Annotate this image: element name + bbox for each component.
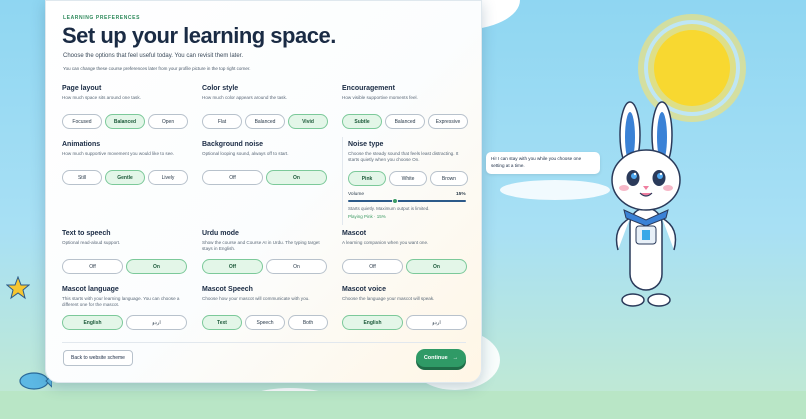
section-title: Noise type: [348, 141, 384, 148]
option-lively[interactable]: Lively: [148, 170, 188, 185]
option-off[interactable]: Off: [202, 170, 263, 185]
section-desc: How much color appears around the task.: [202, 95, 288, 100]
section-title: Mascot Speech: [202, 286, 253, 293]
mascot-speech-bubble: Hi! I can stay with you while you choose…: [486, 152, 600, 174]
section-mascot-speech: Mascot Speech Choose how your mascot wil…: [202, 286, 328, 302]
preferences-panel: LEARNING PREFERENCES Set up your learnin…: [45, 0, 482, 383]
section-mascot: Mascot A learning companion when you wan…: [342, 230, 468, 246]
continue-label: Continue: [423, 355, 448, 361]
section-noise-type: Noise type Choose the steady sound that …: [348, 141, 470, 163]
star-icon: [6, 276, 30, 300]
option-focused[interactable]: Focused: [62, 114, 102, 129]
option-off[interactable]: Off: [342, 259, 403, 274]
background-noise-options: Off On: [202, 170, 327, 185]
section-title: Background noise: [202, 141, 264, 148]
volume-value: 15%: [456, 192, 466, 197]
section-title: Color style: [202, 85, 239, 92]
section-title: Animations: [62, 141, 101, 148]
option-both[interactable]: Both: [288, 315, 328, 330]
section-desc: Choose how your mascot will communicate …: [202, 296, 310, 301]
option-off[interactable]: Off: [202, 259, 263, 274]
option-white[interactable]: White: [389, 171, 427, 186]
eyebrow-label: LEARNING PREFERENCES: [63, 15, 141, 21]
option-balanced[interactable]: Balanced: [385, 114, 425, 129]
section-page-layout: Page layout How much space sits around o…: [62, 85, 188, 101]
section-desc: Choose the steady sound that feels least…: [348, 151, 459, 163]
arrow-right-icon: →: [452, 355, 459, 361]
cloud: [500, 180, 610, 200]
option-english[interactable]: English: [62, 315, 123, 330]
option-on[interactable]: On: [266, 170, 327, 185]
option-english[interactable]: English: [342, 315, 403, 330]
page-layout-options: Focused Balanced Open: [62, 114, 188, 129]
encouragement-options: Subtle Balanced Expressive: [342, 114, 468, 129]
option-off[interactable]: Off: [62, 259, 123, 274]
section-title: Mascot: [342, 230, 367, 237]
section-desc: Optional looping sound, always off to st…: [202, 151, 289, 156]
section-desc: A learning companion when you want one.: [342, 240, 429, 245]
option-urdu[interactable]: اردو: [126, 315, 187, 330]
section-desc: How visible supportive moments feel.: [342, 95, 418, 100]
option-pink[interactable]: Pink: [348, 171, 386, 186]
section-desc: This starts with your learning language.…: [62, 296, 180, 308]
section-desc: Choose the language your mascot will spe…: [342, 296, 435, 301]
section-title: Mascot voice: [342, 286, 386, 293]
playing-status: Playing Pink · 15%: [348, 214, 386, 219]
volume-slider-track[interactable]: [348, 200, 466, 202]
option-on[interactable]: On: [266, 259, 327, 274]
option-subtle[interactable]: Subtle: [342, 114, 382, 129]
preferences-note: You can change these course preferences …: [63, 66, 251, 71]
option-speech[interactable]: Speech: [245, 315, 285, 330]
option-on[interactable]: On: [406, 259, 467, 274]
page-subtitle: Choose the options that feel useful toda…: [63, 53, 244, 59]
text-to-speech-options: Off On: [62, 259, 187, 274]
section-desc: Show the course and Course AI in Urdu. T…: [202, 240, 320, 252]
option-balanced[interactable]: Balanced: [105, 114, 145, 129]
animations-options: Still Gentle Lively: [62, 170, 188, 185]
option-gentle[interactable]: Gentle: [105, 170, 145, 185]
mascot-options: Off On: [342, 259, 467, 274]
section-encouragement: Encouragement How visible supportive mom…: [342, 85, 468, 101]
section-mascot-language: Mascot language This starts with your le…: [62, 286, 188, 308]
section-desc: How much supportive movement you would l…: [62, 151, 175, 156]
urdu-mode-options: Off On: [202, 259, 327, 274]
section-desc: Optional read-aloud support.: [62, 240, 121, 245]
mascot-speech-options: Text Speech Both: [202, 315, 328, 330]
section-title: Text to speech: [62, 230, 111, 237]
volume-slider-handle[interactable]: [391, 198, 398, 204]
section-color-style: Color style How much color appears aroun…: [202, 85, 328, 101]
color-style-options: Flat Balanced Vivid: [202, 114, 328, 129]
ground-hill: [0, 391, 806, 419]
continue-button[interactable]: Continue →: [416, 349, 466, 367]
noise-type-options: Pink White Brown: [348, 171, 468, 186]
option-urdu[interactable]: اردو: [406, 315, 467, 330]
option-text[interactable]: Text: [202, 315, 242, 330]
back-to-website-scheme-button[interactable]: Back to website scheme: [63, 350, 133, 366]
option-on[interactable]: On: [126, 259, 187, 274]
option-balanced[interactable]: Balanced: [245, 114, 285, 129]
option-brown[interactable]: Brown: [430, 171, 468, 186]
footer-divider: [62, 342, 466, 343]
section-title: Page layout: [62, 85, 102, 92]
option-expressive[interactable]: Expressive: [428, 114, 468, 129]
section-text-to-speech: Text to speech Optional read-aloud suppo…: [62, 230, 188, 246]
mascot-language-options: English اردو: [62, 315, 187, 330]
page-title: Set up your learning space.: [62, 23, 336, 48]
section-urdu-mode: Urdu mode Show the course and Course AI …: [202, 230, 328, 252]
option-vivid[interactable]: Vivid: [288, 114, 328, 129]
bunny-mascot-icon[interactable]: [600, 100, 692, 312]
section-mascot-voice: Mascot voice Choose the language your ma…: [342, 286, 468, 302]
option-open[interactable]: Open: [148, 114, 188, 129]
option-flat[interactable]: Flat: [202, 114, 242, 129]
volume-hint: Starts quietly. Maximum output is limite…: [348, 206, 430, 211]
section-title: Encouragement: [342, 85, 395, 92]
section-desc: How much space sits around one task.: [62, 95, 141, 100]
section-background-noise: Background noise Optional looping sound,…: [202, 141, 328, 157]
volume-label: Volume: [348, 192, 364, 197]
section-title: Mascot language: [62, 286, 119, 293]
section-title: Urdu mode: [202, 230, 239, 237]
mascot-voice-options: English اردو: [342, 315, 467, 330]
section-animations: Animations How much supportive movement …: [62, 141, 188, 157]
option-still[interactable]: Still: [62, 170, 102, 185]
